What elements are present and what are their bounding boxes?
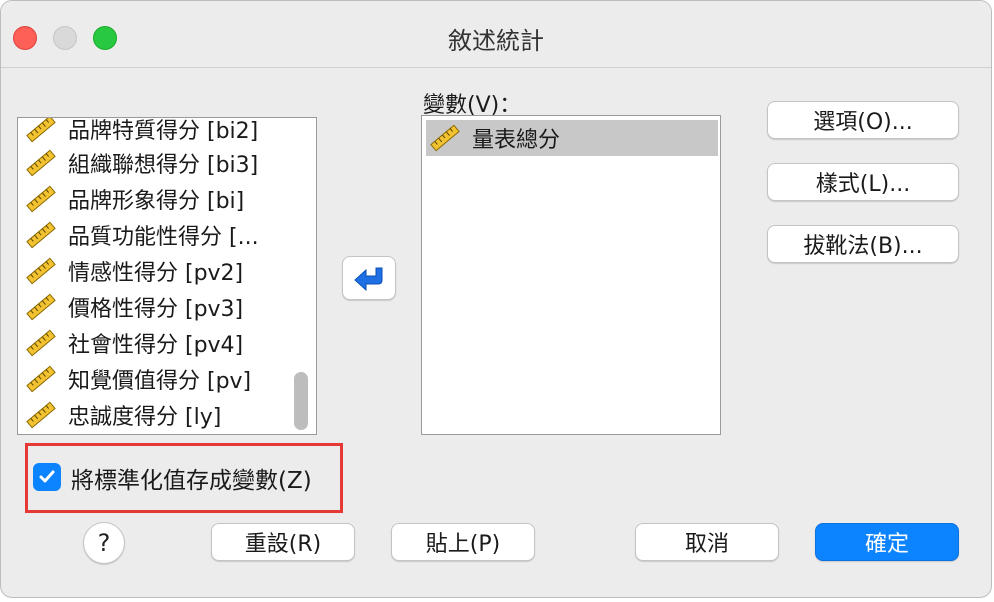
ruler-scale-icon [26,257,56,285]
list-item-label: 品牌特質得分 [bi2] [68,119,259,144]
source-variable-list[interactable]: 品牌特質得分 [bi2] 組織聯想得分 [bi3] 品牌形象得分 [bi] 品質… [17,117,317,435]
list-item[interactable]: 品牌形象得分 [bi] [24,182,244,216]
list-item-label: 品質功能性得分 [... [68,225,259,250]
selected-variable-list[interactable]: 量表總分 [421,115,721,435]
window-title: 敘述統計 [448,27,544,55]
list-item[interactable]: 量表總分 [428,121,560,155]
list-item[interactable]: 組織聯想得分 [bi3] [24,146,258,180]
move-variable-button[interactable] [342,256,396,300]
dialog-window: 敘述統計 品牌特質得分 [bi2] 組織聯想得分 [bi3] 品牌形象得分 [b… [0,0,992,598]
ruler-scale-icon [26,118,56,143]
list-item[interactable]: 知覺價值得分 [pv] [24,362,251,396]
checkmark-icon [39,470,55,483]
standardize-checkbox[interactable] [33,463,61,491]
list-item[interactable]: 價格性得分 [pv3] [24,290,243,324]
list-item-label: 情感性得分 [pv2] [68,261,244,286]
ruler-scale-icon [26,293,56,321]
reset-button[interactable]: 重設(R) [211,523,355,561]
list-item[interactable]: 品質功能性得分 [... [24,218,259,252]
style-button[interactable]: 樣式(L)... [767,163,959,201]
ruler-scale-icon [26,365,56,393]
list-item[interactable]: 情感性得分 [pv2] [24,254,243,288]
list-item-label: 知覺價值得分 [pv] [68,369,252,394]
list-item-label: 忠誠度得分 [ly] [68,405,222,430]
ruler-scale-icon [26,221,56,249]
ruler-scale-icon [26,149,56,177]
paste-button[interactable]: 貼上(P) [391,523,535,561]
title-bar: 敘述統計 [1,1,991,68]
list-item-label: 價格性得分 [pv3] [68,297,244,322]
ruler-scale-icon [26,329,56,357]
ruler-scale-icon [26,185,56,213]
cancel-button[interactable]: 取消 [635,523,779,561]
list-item-label: 組織聯想得分 [bi3] [68,153,259,178]
scrollbar-thumb[interactable] [294,372,308,430]
list-item-label: 品牌形象得分 [bi] [68,189,245,214]
ruler-scale-icon [430,124,460,152]
ruler-scale-icon [26,401,56,429]
list-item-label: 量表總分 [472,128,561,153]
ok-button[interactable]: 確定 [815,523,959,561]
list-item[interactable]: 忠誠度得分 [ly] [24,398,221,432]
help-button[interactable]: ? [83,522,125,564]
standardize-label: 將標準化值存成變數(Z) [71,468,312,494]
list-item[interactable]: 社會性得分 [pv4] [24,326,243,360]
list-item[interactable]: 品牌特質得分 [bi2] [24,118,259,146]
options-button[interactable]: 選項(O)... [767,101,959,139]
list-item-label: 社會性得分 [pv4] [68,333,244,358]
arrow-left-icon [354,267,383,292]
bootstrap-button[interactable]: 拔靴法(B)... [767,225,959,263]
